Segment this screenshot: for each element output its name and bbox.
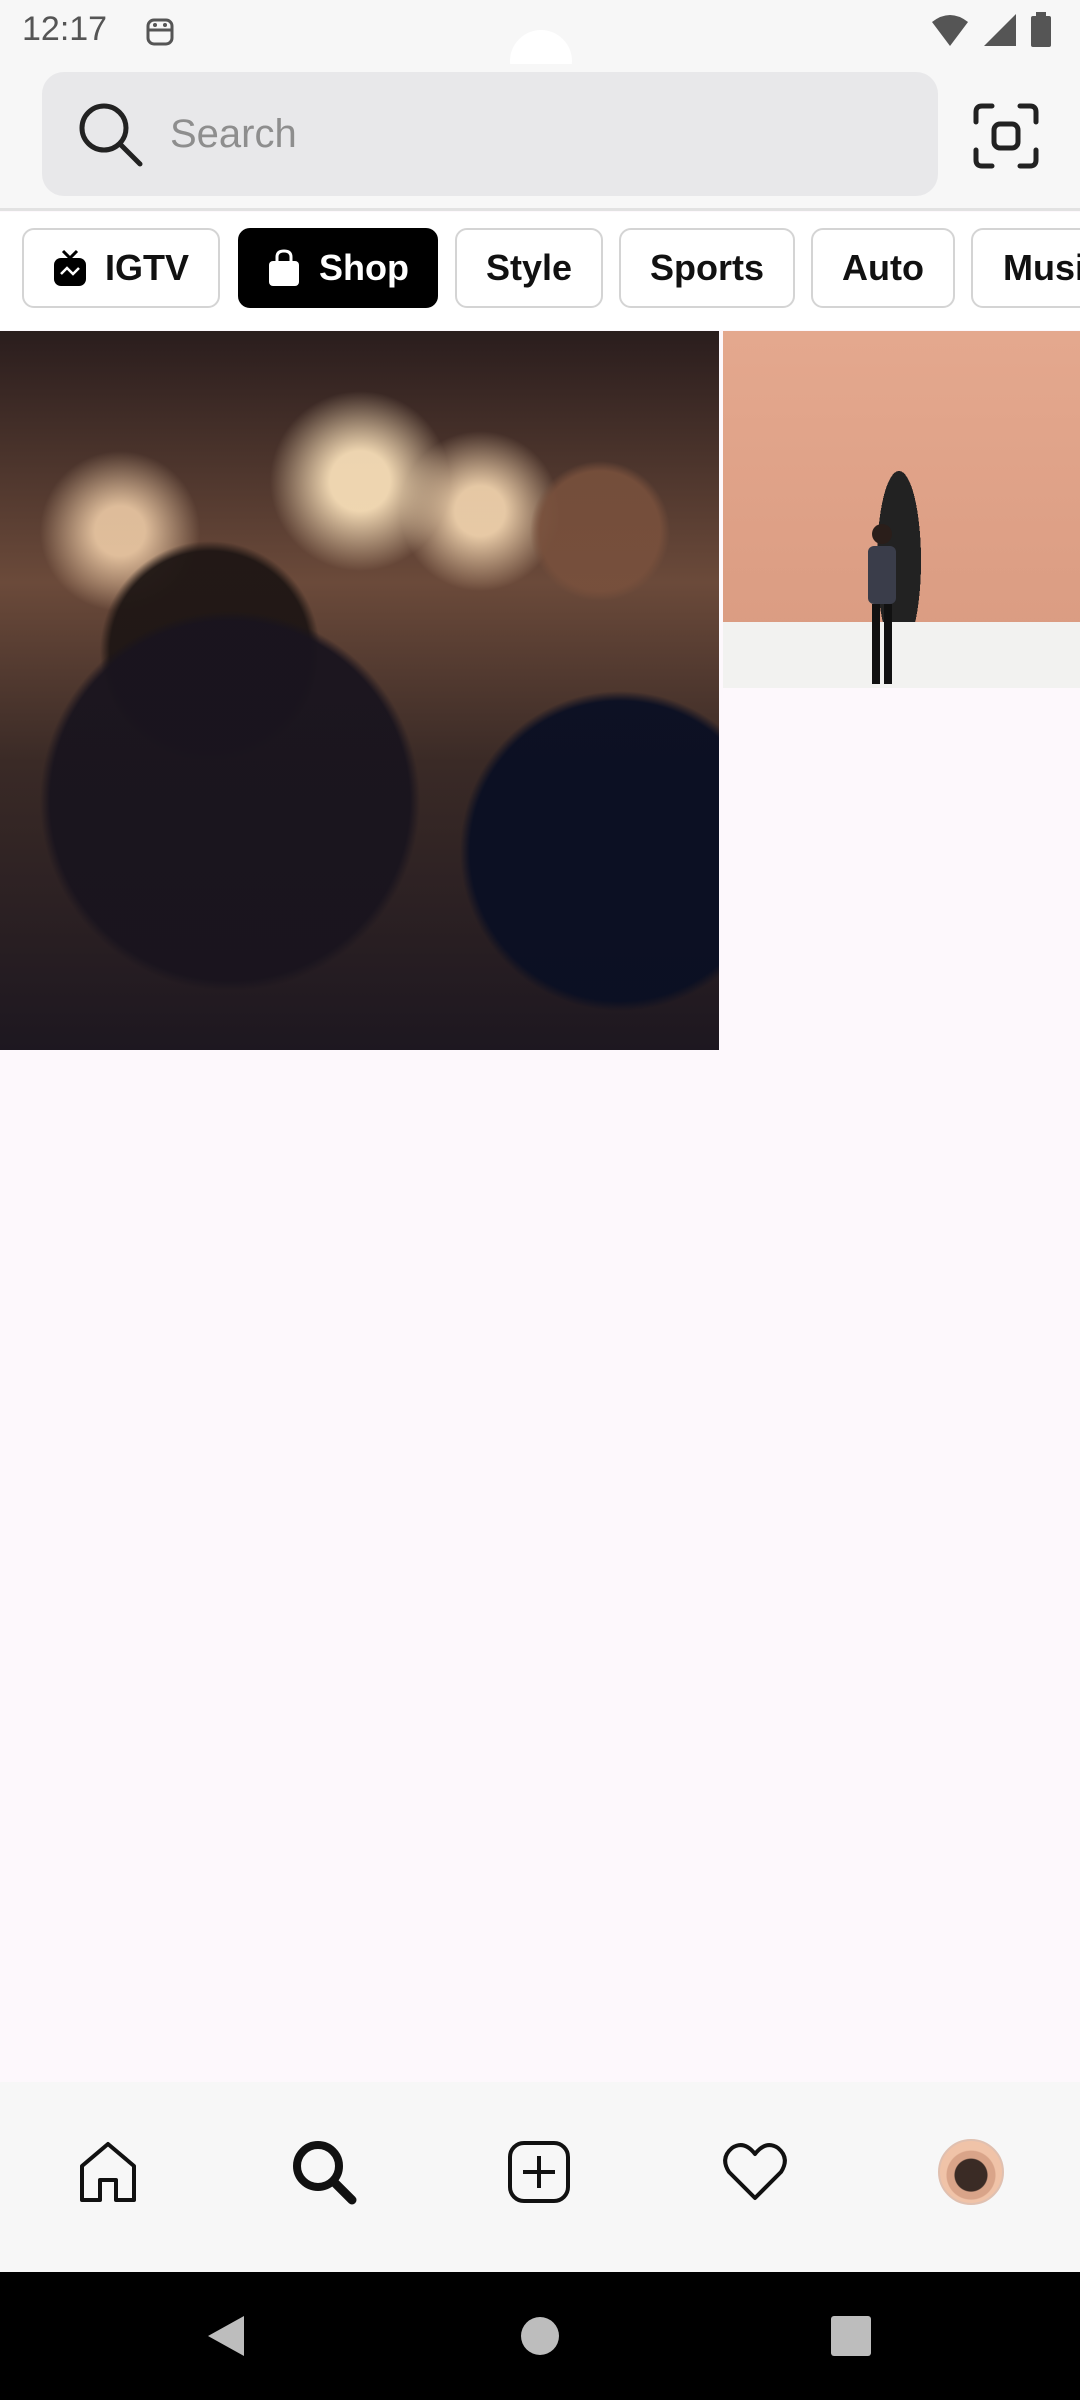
search-icon[interactable]	[284, 2132, 364, 2212]
profile-avatar[interactable]	[931, 2132, 1011, 2212]
chip-style[interactable]: Style	[455, 228, 603, 308]
status-icons	[930, 12, 1052, 53]
activity-heart-icon[interactable]	[715, 2132, 795, 2212]
back-button[interactable]	[202, 2312, 248, 2360]
status-time: 12:17	[22, 10, 108, 48]
chip-igtv[interactable]: IGTV	[22, 228, 220, 308]
system-nav-bar	[0, 2272, 1080, 2400]
search-input[interactable]	[168, 110, 872, 158]
chip-music[interactable]: Musi	[971, 228, 1080, 308]
chip-label: Auto	[842, 247, 924, 288]
signal-icon	[982, 12, 1018, 53]
chip-auto[interactable]: Auto	[811, 228, 955, 308]
battery-icon	[1030, 12, 1052, 53]
person-figure	[868, 524, 896, 684]
category-chips: IGTV Shop Style Sports Auto Musi	[0, 212, 1080, 330]
chip-label: Musi	[1003, 247, 1080, 288]
home-button[interactable]	[520, 2312, 560, 2360]
chip-shop[interactable]: Shop	[238, 228, 438, 308]
home-icon[interactable]	[68, 2132, 148, 2212]
chip-label: Style	[485, 247, 573, 288]
scan-icon[interactable]	[972, 102, 1040, 170]
search-bar[interactable]	[42, 72, 938, 196]
avatar	[938, 2139, 1004, 2205]
recents-button[interactable]	[830, 2312, 872, 2360]
chip-sports[interactable]: Sports	[619, 228, 795, 308]
shopping-bag-icon	[269, 249, 299, 286]
bottom-nav	[0, 2082, 1080, 2272]
igtv-icon	[53, 249, 86, 286]
android-debug-icon	[144, 12, 176, 53]
chip-label: IGTV	[104, 247, 189, 288]
create-post-icon[interactable]	[499, 2132, 579, 2212]
chip-label: Shop	[319, 247, 409, 288]
chip-label: Sports	[649, 247, 764, 288]
couple-celebration-photo[interactable]	[0, 331, 719, 1050]
wifi-icon	[930, 12, 970, 53]
search-icon	[79, 103, 143, 167]
search-header	[0, 64, 1080, 211]
